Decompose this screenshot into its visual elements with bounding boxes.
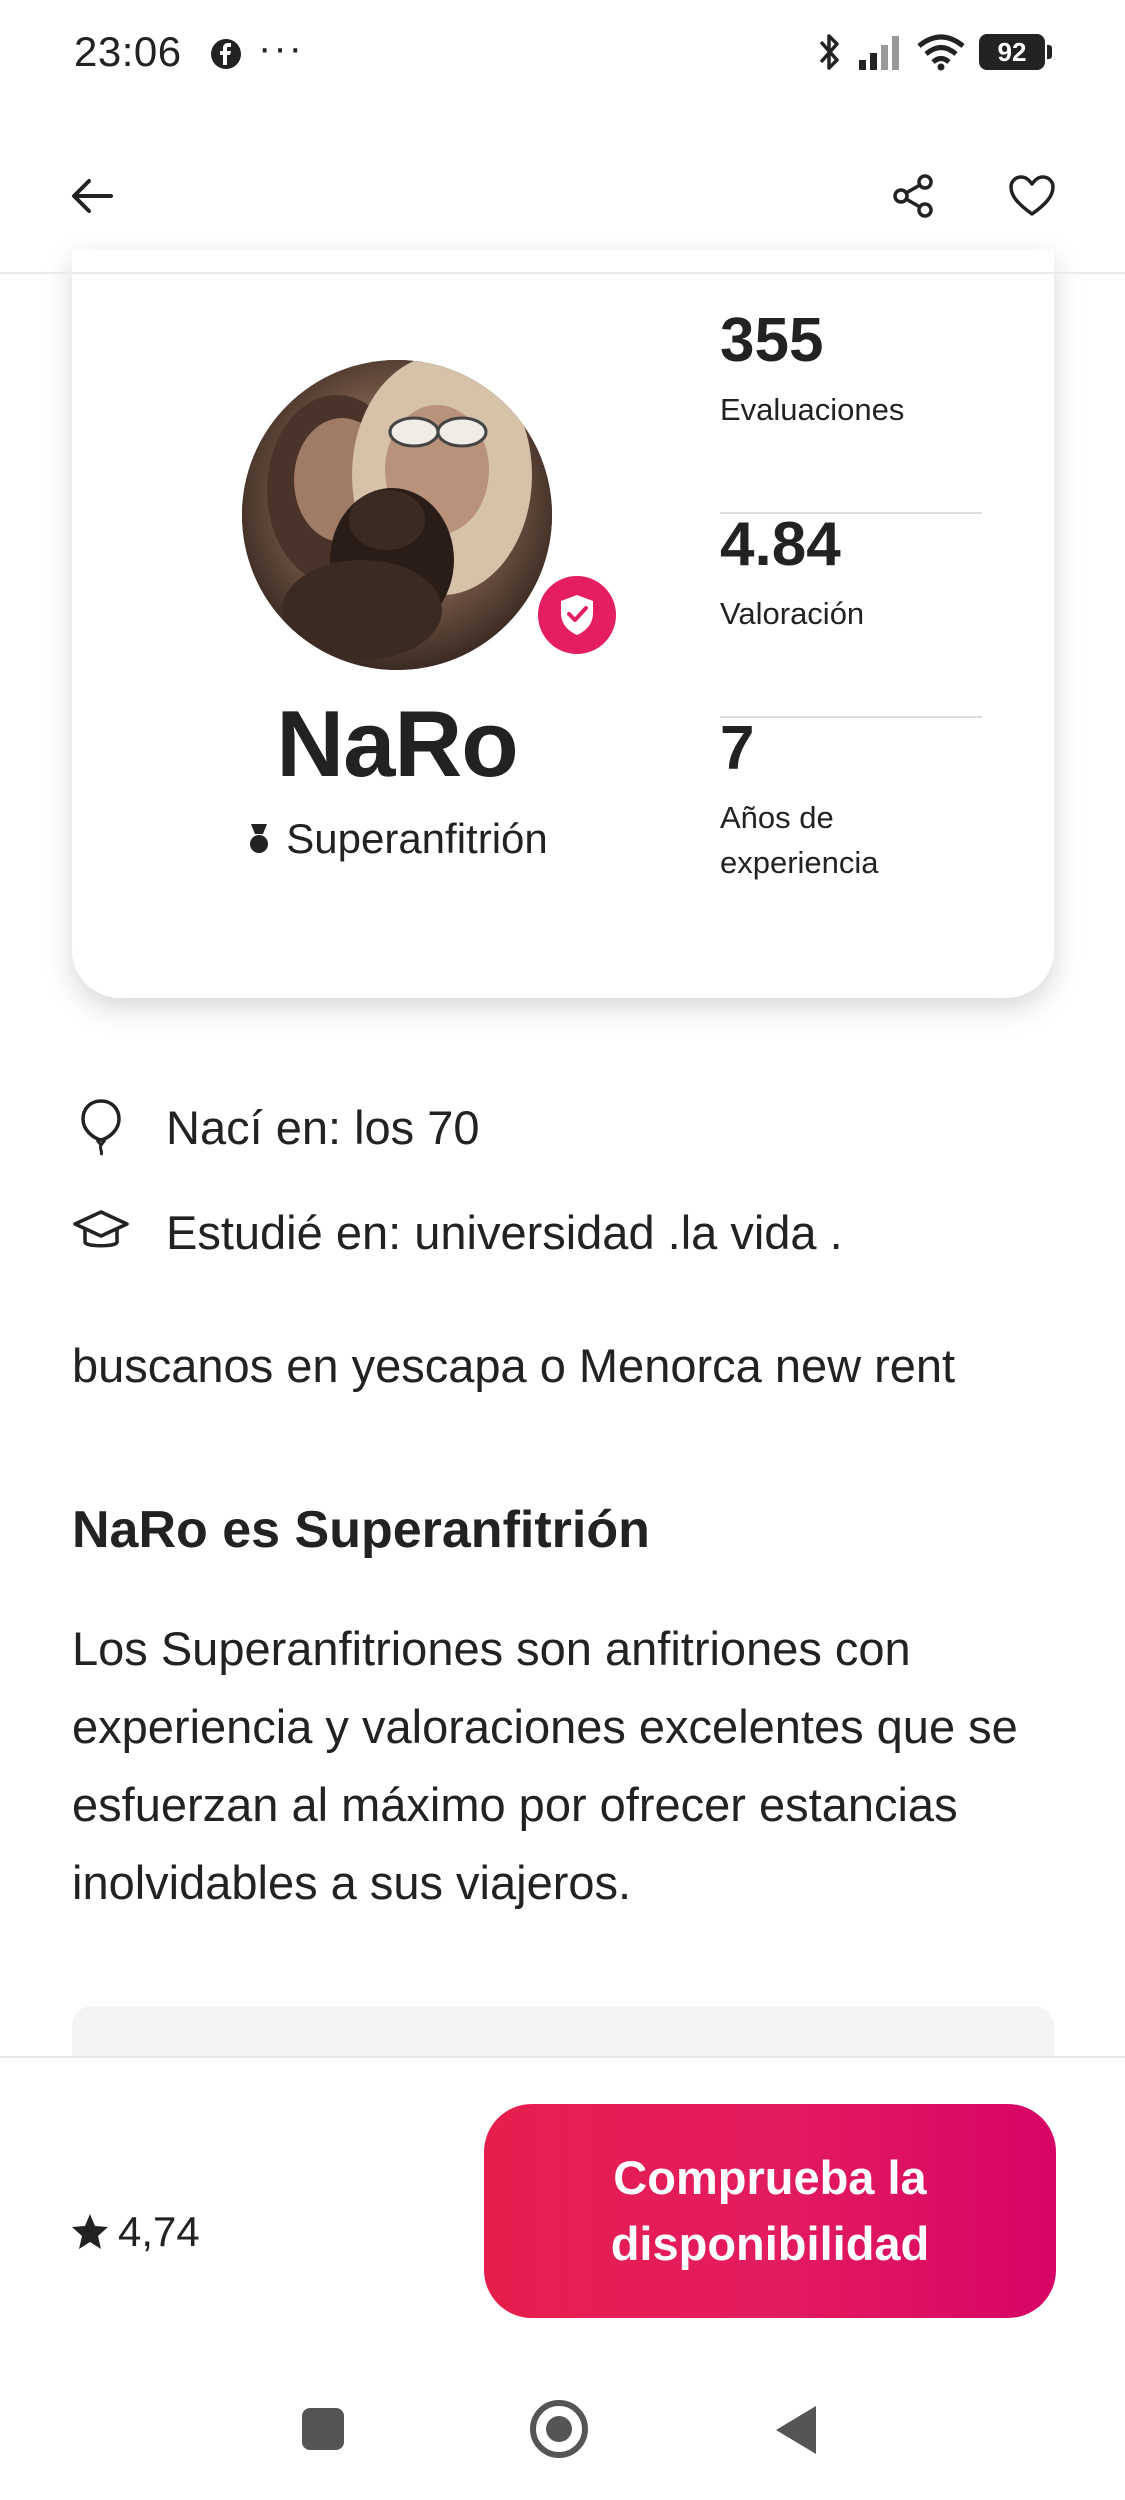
overall-rating: 4,74: [70, 2208, 200, 2256]
signal-icon: [859, 36, 899, 70]
status-time: 23:06: [74, 28, 182, 75]
avatar-photo: [242, 360, 552, 670]
bottom-bar: 4,74 Comprueba la disponibilidad: [0, 2056, 1125, 2356]
back-button[interactable]: [62, 166, 122, 226]
avatar: [242, 360, 552, 670]
avatar-container: [242, 360, 622, 670]
studied-row: Estudié en: universidad .la vida .: [72, 1203, 843, 1261]
stat-reviews: 355 Evaluaciones: [720, 310, 982, 514]
stat-value: 355: [720, 306, 824, 375]
superhost-label: Superanfitrión: [286, 815, 548, 862]
superhost-section-body: Los Superanfitriones son anfitriones con…: [72, 1622, 1018, 1909]
born-text: Nací en: los 70: [166, 1100, 480, 1154]
stat-label: Valoración: [720, 596, 865, 631]
host-name: NaRo: [276, 691, 518, 796]
stat-value: 7: [720, 714, 755, 783]
born-row: Nací en: los 70: [72, 1098, 480, 1156]
favorite-button[interactable]: [1000, 166, 1064, 226]
arrow-left-icon: [72, 179, 113, 213]
profile-card: NaRo Superanfitrión 355 Evaluaciones 4.8…: [72, 250, 1054, 998]
status-indicators: 92: [817, 32, 1052, 72]
system-back-icon[interactable]: [776, 2406, 816, 2454]
status-bar: 23:06 ··· 92: [0, 0, 1125, 110]
system-nav-bar: [0, 2356, 1125, 2500]
verified-badge: [532, 570, 622, 660]
superhost-section-title: NaRo es Superanfitrión: [72, 1501, 650, 1559]
stat-years: 7 Años de experiencia: [720, 718, 982, 922]
superhost-medal-icon: [250, 824, 269, 853]
status-more-dots: ···: [258, 26, 304, 70]
share-button[interactable]: [884, 166, 944, 226]
facebook-icon: [211, 39, 241, 69]
superhost-badge: Superanfitrión: [172, 815, 622, 863]
balloon-icon: [72, 1098, 130, 1156]
recents-icon[interactable]: [302, 2408, 344, 2450]
about-text: buscanos en yescapa o Menorca new rent: [72, 1339, 956, 1392]
rating-value: 4,74: [118, 2208, 200, 2255]
nav-divider: [0, 272, 1125, 274]
share-icon: [893, 174, 933, 218]
battery-indicator: 92: [979, 34, 1052, 70]
host-stats: 355 Evaluaciones 4.84 Valoración 7 Años …: [720, 310, 982, 922]
stat-label: Años de experiencia: [720, 800, 879, 880]
shield-check-icon: [561, 595, 593, 635]
graduation-cap-icon: [72, 1203, 130, 1261]
stat-value: 4.84: [720, 510, 841, 579]
star-icon: [72, 2214, 108, 2249]
stat-rating: 4.84 Valoración: [720, 514, 982, 718]
home-icon[interactable]: [530, 2400, 588, 2458]
wifi-icon: [917, 34, 965, 71]
heart-icon: [1009, 175, 1055, 216]
stat-label: Evaluaciones: [720, 392, 905, 427]
check-availability-button[interactable]: Comprueba la disponibilidad: [484, 2104, 1056, 2318]
studied-text: Estudié en: universidad .la vida .: [166, 1205, 843, 1259]
bluetooth-icon: [819, 34, 839, 70]
